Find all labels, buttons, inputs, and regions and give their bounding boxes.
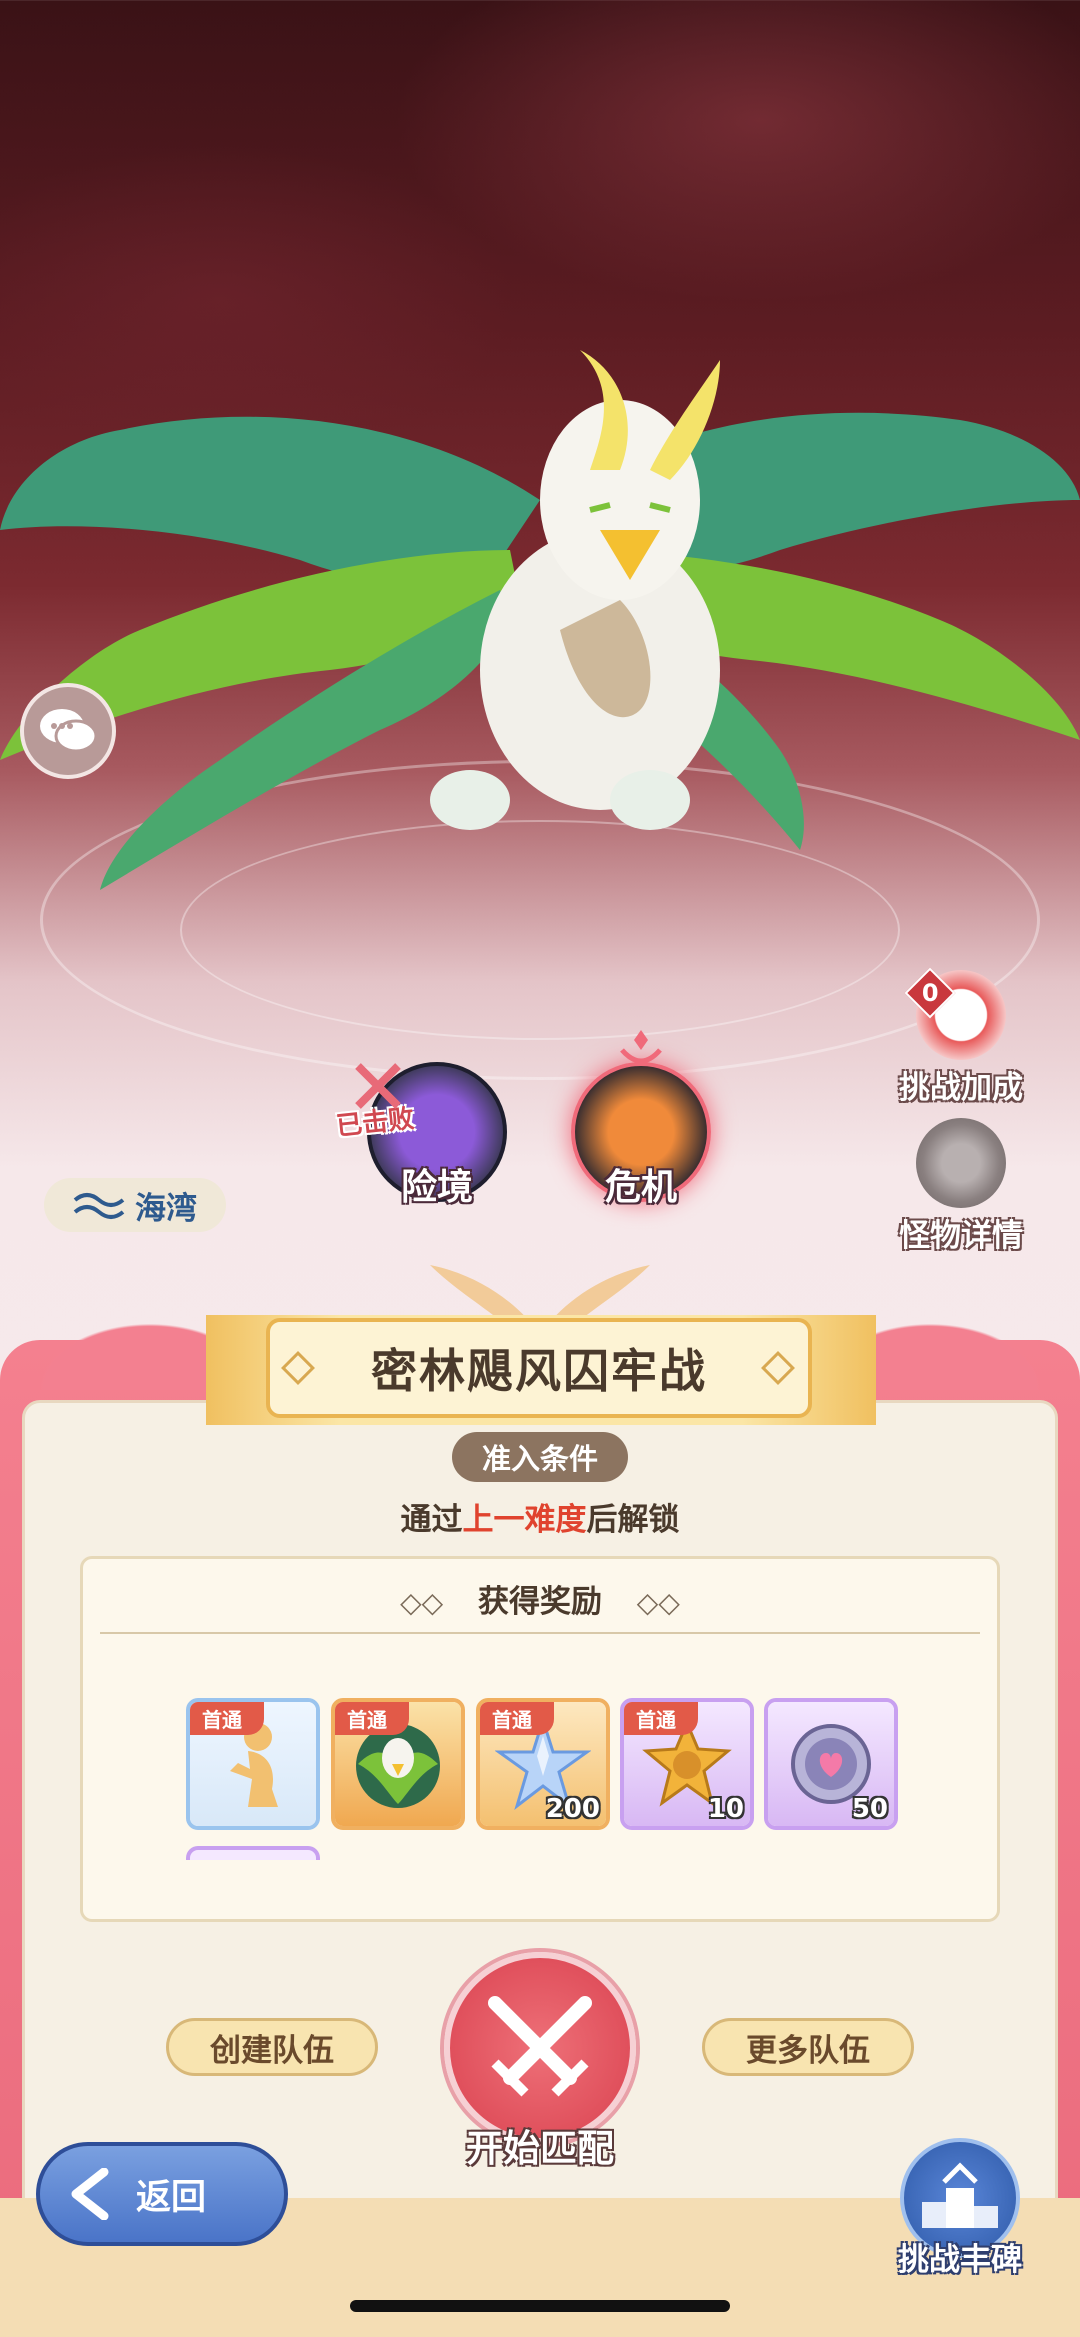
first-clear-tag: 首通: [624, 1702, 698, 1735]
more-teams-button[interactable]: 更多队伍: [702, 2018, 914, 2076]
location-label: 海湾: [135, 1190, 197, 1227]
reward-item[interactable]: 首通: [186, 1698, 320, 1830]
home-indicator[interactable]: [350, 2300, 730, 2312]
reward-count: 10: [707, 1794, 744, 1824]
difficulty-label: 危机: [604, 1167, 677, 1208]
reward-item[interactable]: 首通: [331, 1698, 465, 1830]
back-button[interactable]: 返回: [36, 2142, 288, 2246]
back-arrow-icon: [71, 2168, 109, 2220]
location-pill: 海湾: [44, 1178, 226, 1232]
create-team-button[interactable]: 创建队伍: [166, 2018, 378, 2076]
difficulty-crisis[interactable]: 危机: [566, 1062, 716, 1212]
trophy-label: 挑战丰碑: [898, 2242, 1022, 2278]
reward-item[interactable]: 首通 10: [620, 1698, 754, 1830]
unlock-condition-text: 通过上一难度后解锁: [400, 1502, 680, 1538]
rewards-divider: [100, 1632, 980, 1634]
reward-item-partial[interactable]: [186, 1846, 320, 1860]
reward-item[interactable]: 50: [764, 1698, 898, 1830]
monster-detail-label: 怪物详情: [899, 1218, 1023, 1254]
stage-title: 密林飓风囚牢战: [266, 1318, 812, 1418]
chat-bubble-icon: [40, 709, 98, 753]
start-match-label: 开始匹配: [466, 2127, 614, 2170]
reward-item[interactable]: 首通 200: [476, 1698, 610, 1830]
reward-count: 50: [851, 1794, 888, 1824]
start-match-button[interactable]: [444, 1952, 636, 2144]
challenge-bonus-label: 挑战加成: [899, 1070, 1023, 1106]
first-clear-tag: 首通: [480, 1702, 554, 1735]
rewards-title: 获得奖励: [478, 1584, 602, 1620]
selected-marker-icon: [620, 1030, 662, 1064]
monster-detail-button[interactable]: 怪物详情: [886, 1118, 1036, 1255]
chat-button[interactable]: [20, 683, 116, 779]
griffin-monster-icon[interactable]: [0, 330, 1080, 900]
crossed-swords-icon: [355, 1063, 401, 1109]
ornament-left-icon: ◇◇: [400, 1586, 444, 1619]
first-clear-tag: 首通: [190, 1702, 264, 1735]
wave-icon: [73, 1193, 125, 1219]
monster-head-icon: [916, 1118, 1006, 1208]
crossed-swords-icon: [488, 1996, 592, 2097]
ornament-right-icon: ◇◇: [636, 1586, 680, 1619]
difficulty-label: 险境: [400, 1167, 473, 1208]
condition-label: 准入条件: [452, 1432, 628, 1482]
rewards-header: ◇◇ 获得奖励 ◇◇: [80, 1576, 1000, 1621]
back-label: 返回: [136, 2177, 207, 2218]
first-clear-tag: 首通: [335, 1702, 409, 1735]
reward-count: 200: [545, 1794, 600, 1824]
